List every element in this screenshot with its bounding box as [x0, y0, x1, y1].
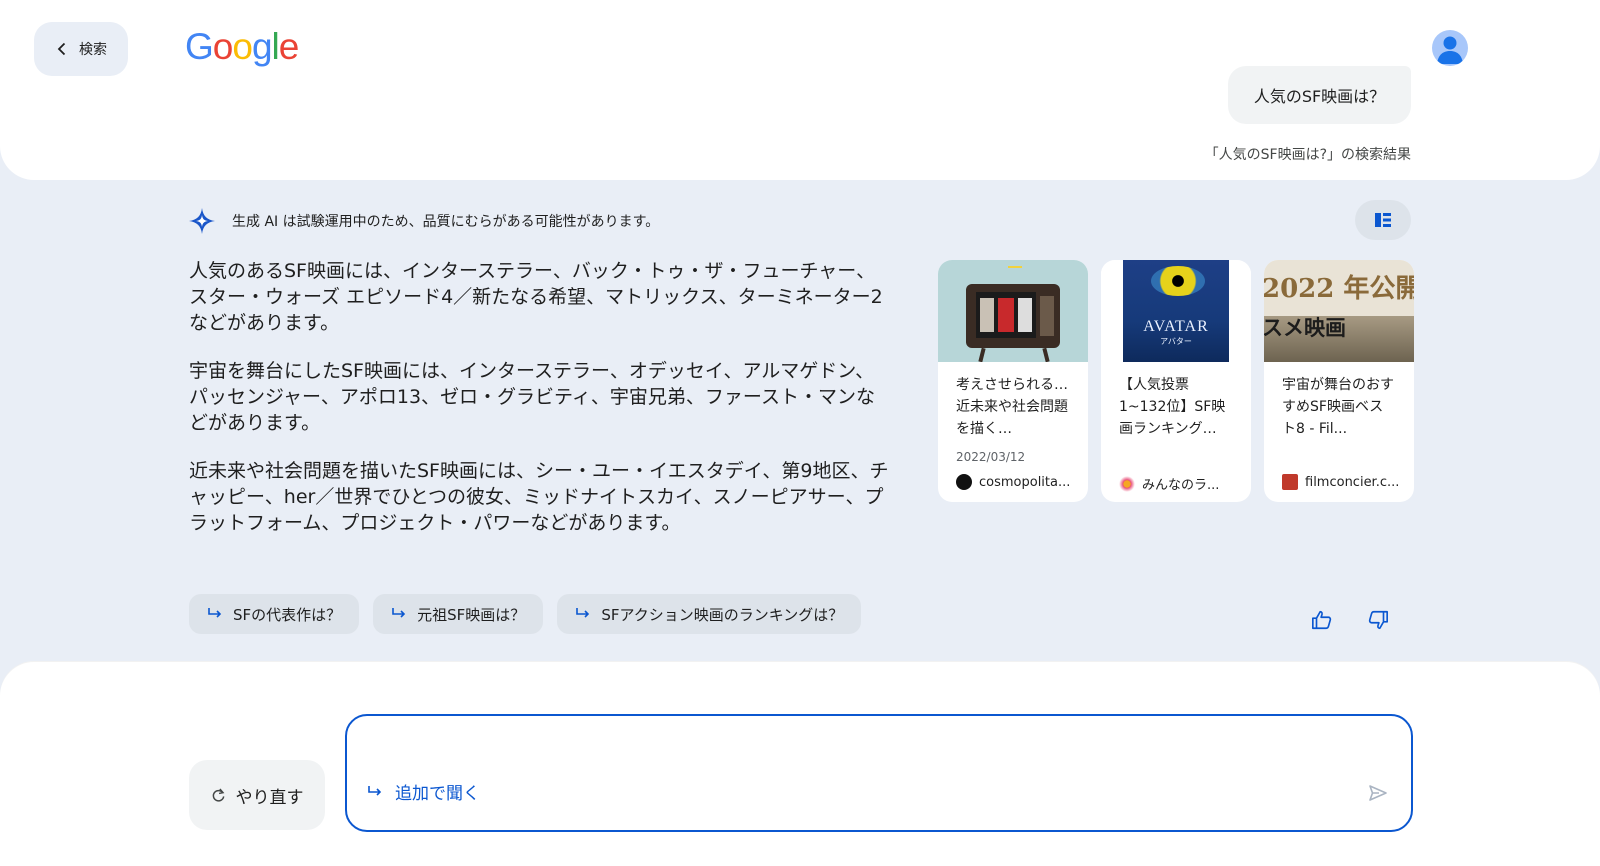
send-icon — [1369, 785, 1387, 801]
followup-input[interactable] — [347, 716, 1411, 776]
ai-notice: 生成 AI は試験運用中のため、品質にむらがある可能性があります。 — [188, 206, 659, 236]
user-icon — [1437, 36, 1463, 64]
layout-toggle-icon — [1375, 213, 1391, 227]
send-button[interactable] — [1367, 782, 1389, 804]
ask-label: 追加で聞く — [395, 784, 480, 804]
followup-input-box[interactable]: 追加で聞く — [345, 714, 1413, 832]
card-title: 【人気投票 1~132位】SF映画ランキング… — [1119, 377, 1226, 437]
source-card[interactable]: 考えさせられる…近未来や社会問題を描く… 2022/03/12 cosmopol… — [938, 260, 1088, 502]
subdirectory-arrow-icon — [392, 608, 406, 618]
google-logo[interactable]: Google — [185, 26, 299, 68]
chip-label: 元祖SF映画は？ — [417, 605, 526, 624]
card-thumbnail — [938, 260, 1088, 362]
subdirectory-arrow-icon — [208, 608, 222, 618]
user-avatar[interactable] — [1432, 30, 1468, 66]
followup-chips: SFの代表作は？ 元祖SF映画は？ SFアクション映画のランキングは？ — [189, 594, 862, 634]
card-thumbnail: AVATAR アバター — [1101, 260, 1251, 362]
source-card[interactable]: AVATAR アバター 【人気投票 1~132位】SF映画ランキング… みんなの… — [1101, 260, 1251, 502]
card-title: 考えさせられる…近未来や社会問題を描く… — [956, 377, 1068, 437]
card-source-label: cosmopolita... — [979, 474, 1071, 490]
filmconcier-favicon-icon — [1282, 474, 1298, 490]
minna-no-ranking-favicon-icon — [1119, 475, 1135, 492]
thumb-up-icon — [1312, 610, 1332, 630]
followup-chip[interactable]: SFの代表作は？ — [189, 594, 360, 634]
cosmopolitan-favicon-icon — [956, 474, 972, 490]
layout-toggle-button[interactable] — [1355, 200, 1411, 240]
card-thumb-text-2: スメ映画 — [1264, 316, 1346, 340]
card-title: 宇宙が舞台のおすすめSF映画ベスト8 - Fil... — [1282, 377, 1394, 437]
card-thumbnail: 2022 年公開 スメ映画 — [1264, 260, 1414, 362]
ai-notice-text: 生成 AI は試験運用中のため、品質にむらがある可能性があります。 — [232, 214, 660, 230]
chip-label: SFアクション映画のランキングは？ — [601, 605, 844, 624]
redo-button[interactable]: やり直す — [189, 760, 325, 830]
card-source: cosmopolita... — [956, 474, 1070, 490]
back-to-search-button[interactable]: 検索 — [34, 22, 128, 76]
ask-prompt: 追加で聞く — [367, 779, 480, 804]
card-source-label: みんなのラ... — [1142, 478, 1220, 493]
search-results-link[interactable]: 「人気のSF映画は?」の検索結果 — [1205, 144, 1411, 164]
refresh-icon — [212, 787, 224, 802]
answer-paragraph-2: 宇宙を舞台にしたSF映画には、インターステラー、オデッセイ、アルマゲドン、パッセ… — [189, 360, 875, 434]
dislike-button[interactable] — [1360, 602, 1396, 638]
thumb-down-icon — [1368, 610, 1388, 630]
gemini-sparkle-icon — [189, 208, 215, 234]
answer-paragraph-1: 人気のあるSF映画には、インターステラー、バック・トゥ・ザ・フューチャー、スター… — [189, 260, 883, 334]
subdirectory-arrow-icon — [576, 608, 590, 618]
card-thumb-subtitle: アバター — [1160, 337, 1192, 346]
card-date: 2022/03/12 — [956, 450, 1026, 464]
followup-chip[interactable]: SFアクション映画のランキングは？ — [557, 594, 862, 634]
redo-label: やり直す — [235, 787, 304, 808]
chevron-left-icon — [57, 42, 66, 56]
source-cards: 考えさせられる…近未来や社会問題を描く… 2022/03/12 cosmopol… — [938, 260, 1414, 502]
source-card[interactable]: 2022 年公開 スメ映画 宇宙が舞台のおすすめSF映画ベスト8 - Fil..… — [1264, 260, 1414, 502]
answer-paragraph-3: 近未来や社会問題を描いたSF映画には、シー・ユー・イエスタデイ、第9地区、チャッ… — [189, 460, 889, 534]
card-source: filmconcier.c... — [1282, 474, 1399, 490]
subdirectory-arrow-icon — [368, 785, 382, 796]
chip-label: SFの代表作は？ — [233, 605, 342, 624]
query-bubble: 人気のSF映画は？ — [1228, 66, 1411, 124]
card-source: みんなのラ... — [1119, 474, 1219, 493]
card-thumb-text: 2022 年公開 — [1264, 274, 1414, 304]
card-source-label: filmconcier.c... — [1305, 474, 1400, 490]
ai-answer: 人気のあるSF映画には、インターステラー、バック・トゥ・ザ・フューチャー、スター… — [189, 258, 889, 558]
like-button[interactable] — [1304, 602, 1340, 638]
back-label: 検索 — [79, 42, 107, 58]
card-thumb-title: AVATAR — [1143, 318, 1209, 335]
followup-chip[interactable]: 元祖SF映画は？ — [373, 594, 544, 634]
query-text: 人気のSF映画は？ — [1253, 87, 1386, 106]
